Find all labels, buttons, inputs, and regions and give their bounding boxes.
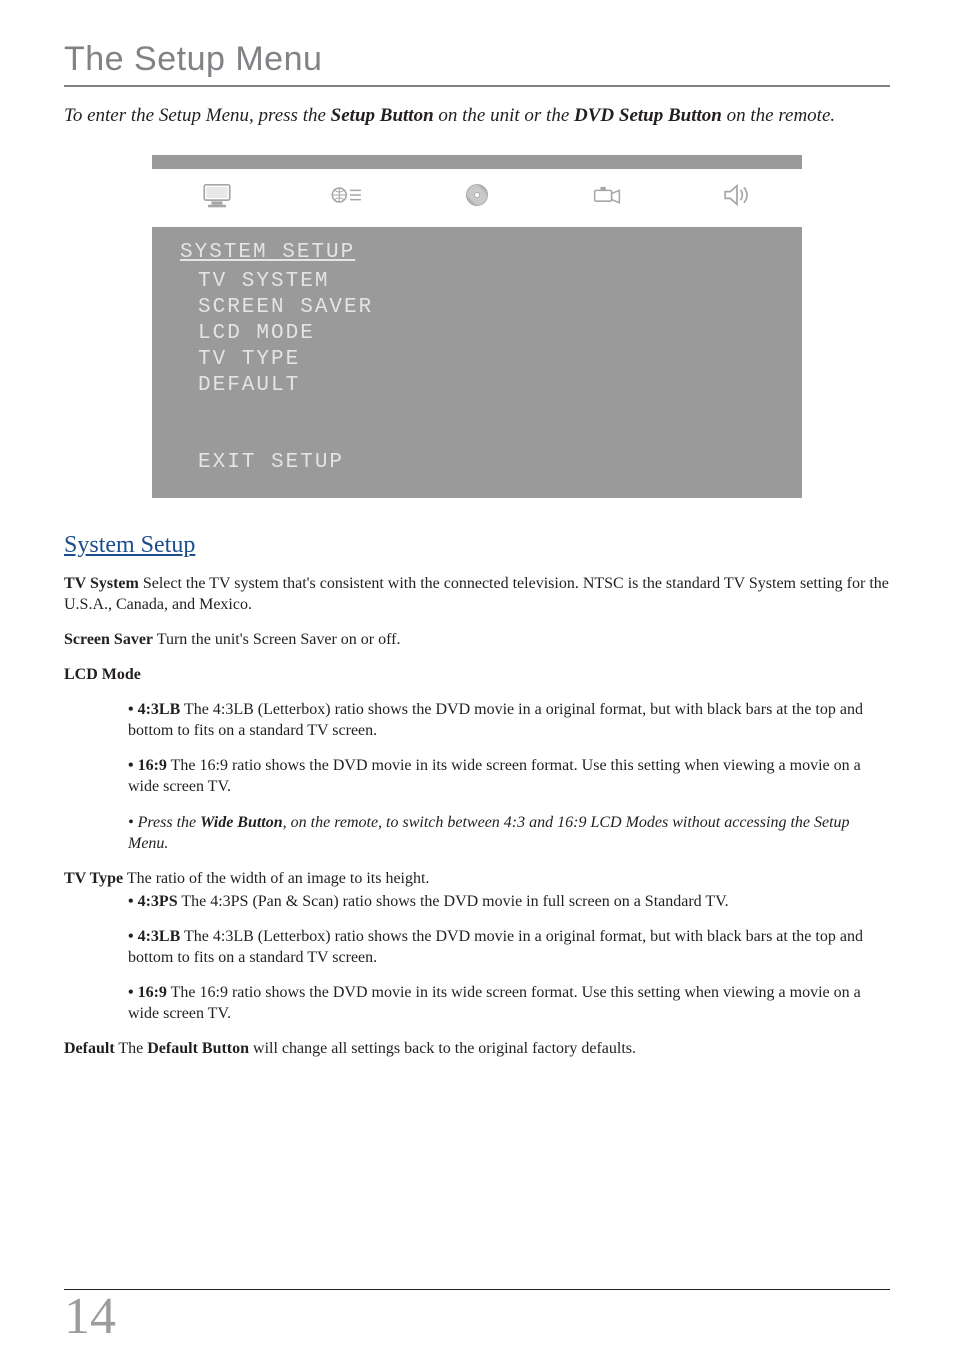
- text-tv-type-desc: The ratio of the width of an image to it…: [123, 870, 429, 887]
- setup-menu-panel: SYSTEM SETUP TV SYSTEM SCREEN SAVER LCD …: [152, 155, 802, 498]
- menu-top-pad: [152, 155, 802, 169]
- section-heading-system-setup: System Setup: [64, 532, 890, 559]
- intro-text-1: To enter the Setup Menu, press the: [64, 105, 331, 126]
- page: The Setup Menu To enter the Setup Menu, …: [0, 0, 954, 1354]
- label-lcd-mode: LCD Mode: [64, 666, 141, 683]
- lcd-note-t1: • Press the: [128, 814, 200, 831]
- disc-icon: [460, 181, 494, 214]
- monitor-icon: [200, 181, 234, 214]
- tvtype-43lb-text: The 4:3LB (Letterbox) ratio shows the DV…: [128, 928, 863, 966]
- menu-item-default: DEFAULT: [198, 374, 774, 397]
- body-text: TV System Select the TV system that's co…: [64, 573, 890, 1060]
- tab-system: [152, 170, 282, 226]
- label-default-button: Default Button: [147, 1040, 249, 1057]
- lcd-mode-sublist: • 4:3LB The 4:3LB (Letterbox) ratio show…: [128, 699, 890, 854]
- para-screen-saver: Screen Saver Turn the unit's Screen Save…: [64, 629, 890, 650]
- label-tv-type: TV Type: [64, 870, 123, 887]
- para-tv-system: TV System Select the TV system that's co…: [64, 573, 890, 615]
- lcd-169: • 16:9 The 16:9 ratio shows the DVD movi…: [128, 755, 890, 797]
- tab-language: [282, 170, 412, 226]
- menu-item-list: TV SYSTEM SCREEN SAVER LCD MODE TV TYPE …: [198, 270, 774, 397]
- title-rule: [64, 85, 890, 87]
- label-default: Default: [64, 1040, 115, 1057]
- para-default: Default The Default Button will change a…: [64, 1038, 890, 1059]
- menu-bottom-pad: [152, 492, 802, 498]
- footer-rule: [64, 1289, 890, 1290]
- intro-bold-1: Setup Button: [331, 105, 434, 126]
- lcd-43lb-text: The 4:3LB (Letterbox) ratio shows the DV…: [128, 701, 863, 739]
- menu-item-screen-saver: SCREEN SAVER: [198, 296, 774, 319]
- label-screen-saver: Screen Saver: [64, 631, 153, 648]
- default-t1: The: [115, 1040, 148, 1057]
- menu-item-tv-type: TV TYPE: [198, 348, 774, 371]
- speaker-icon: [720, 181, 754, 214]
- intro-bold-2: DVD Setup Button: [574, 105, 722, 126]
- tvtype-43ps-text: The 4:3PS (Pan & Scan) ratio shows the D…: [178, 893, 729, 910]
- intro-text-3: on the remote.: [722, 105, 835, 126]
- tvtype-43ps-bold: • 4:3PS: [128, 893, 178, 910]
- globe-list-icon: [330, 181, 364, 214]
- text-screen-saver: Turn the unit's Screen Saver on or off.: [153, 631, 400, 648]
- menu-exit-setup: EXIT SETUP: [198, 451, 774, 474]
- menu-body: SYSTEM SETUP TV SYSTEM SCREEN SAVER LCD …: [152, 227, 802, 492]
- tvtype-43lb-bold: • 4:3LB: [128, 928, 180, 945]
- intro-paragraph: To enter the Setup Menu, press the Setup…: [64, 103, 890, 129]
- intro-text-2: on the unit or the: [434, 105, 574, 126]
- lcd-note-bold: Wide Button: [200, 814, 283, 831]
- lcd-43lb-bold: • 4:3LB: [128, 701, 180, 718]
- camera-icon: [590, 181, 624, 214]
- lcd-169-bold: • 16:9: [128, 757, 167, 774]
- lcd-169-text: The 16:9 ratio shows the DVD movie in it…: [128, 757, 861, 795]
- tvtype-169: • 16:9 The 16:9 ratio shows the DVD movi…: [128, 982, 890, 1024]
- lcd-43lb: • 4:3LB The 4:3LB (Letterbox) ratio show…: [128, 699, 890, 741]
- para-tv-type-label: TV Type The ratio of the width of an ima…: [64, 868, 890, 889]
- default-t2: will change all settings back to the ori…: [249, 1040, 636, 1057]
- lcd-wide-note: • Press the Wide Button, on the remote, …: [128, 812, 890, 854]
- tv-type-sublist: • 4:3PS The 4:3PS (Pan & Scan) ratio sho…: [128, 891, 890, 1025]
- page-number: 14: [64, 1287, 116, 1346]
- menu-section-title: SYSTEM SETUP: [180, 241, 774, 264]
- tvtype-43lb: • 4:3LB The 4:3LB (Letterbox) ratio show…: [128, 926, 890, 968]
- text-tv-system: Select the TV system that's consistent w…: [64, 575, 889, 613]
- tvtype-43ps: • 4:3PS The 4:3PS (Pan & Scan) ratio sho…: [128, 891, 890, 912]
- tvtype-169-bold: • 16:9: [128, 984, 167, 1001]
- menu-tab-bar: [152, 169, 802, 227]
- para-lcd-mode-label: LCD Mode: [64, 664, 890, 685]
- menu-item-tv-system: TV SYSTEM: [198, 270, 774, 293]
- tvtype-169-text: The 16:9 ratio shows the DVD movie in it…: [128, 984, 861, 1022]
- tab-video: [542, 170, 672, 226]
- setup-menu-screenshot: SYSTEM SETUP TV SYSTEM SCREEN SAVER LCD …: [64, 155, 890, 498]
- label-tv-system: TV System: [64, 575, 139, 592]
- page-title: The Setup Menu: [64, 40, 890, 79]
- menu-item-lcd-mode: LCD MODE: [198, 322, 774, 345]
- tab-speaker: [672, 170, 802, 226]
- tab-audio: [412, 170, 542, 226]
